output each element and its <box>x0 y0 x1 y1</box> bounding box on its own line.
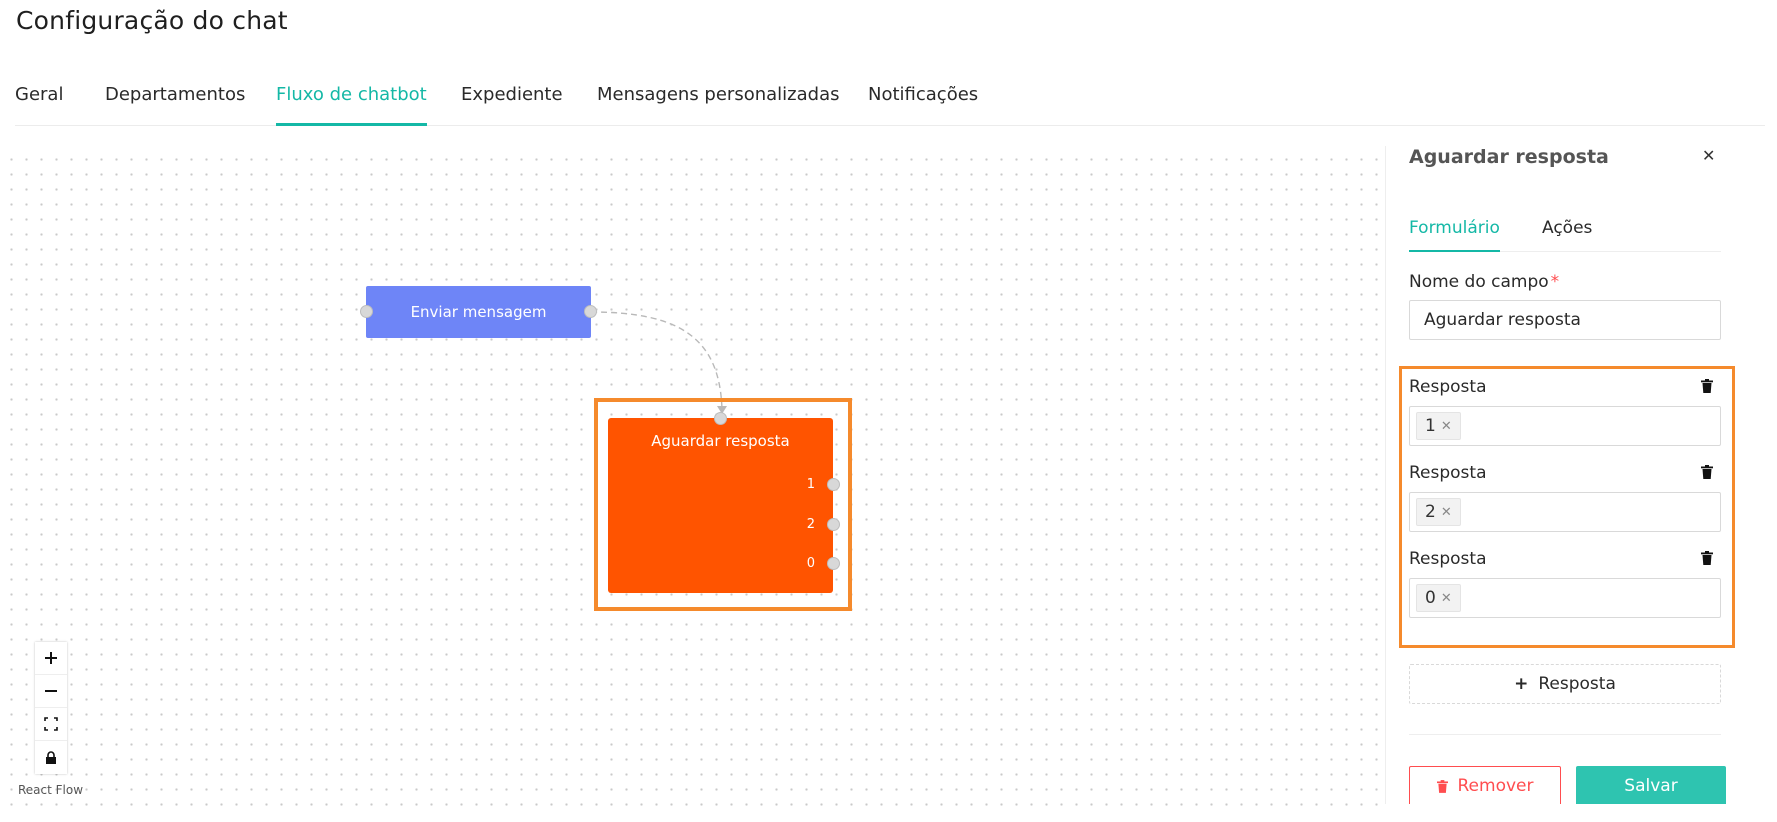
node-send-output-handle[interactable] <box>584 305 597 318</box>
panel-title: Aguardar resposta <box>1409 146 1609 168</box>
panel-divider <box>1409 734 1721 735</box>
response-tag-value: 1 <box>1425 416 1436 436</box>
response-tag-value: 0 <box>1425 588 1436 608</box>
response-label-1: Resposta <box>1409 377 1487 397</box>
add-response-button[interactable]: + Resposta <box>1409 664 1721 704</box>
required-marker: * <box>1550 272 1560 292</box>
tab-formulario[interactable]: Formulário <box>1409 218 1500 252</box>
node-wait-response[interactable]: Aguardar resposta 1 2 0 <box>608 412 840 593</box>
node-wait-input-handle[interactable] <box>714 412 727 425</box>
node-option-1: 1 <box>806 477 815 492</box>
response-label-3: Resposta <box>1409 549 1487 569</box>
tab-bar: Geral Departamentos Fluxo de chatbot Exp… <box>15 84 1765 126</box>
node-settings-panel: Aguardar resposta ✕ Formulário Ações Nom… <box>1385 146 1765 804</box>
tab-departamentos[interactable]: Departamentos <box>105 84 245 126</box>
node-option-0: 0 <box>806 556 815 571</box>
remove-tag-icon[interactable]: ✕ <box>1441 505 1452 520</box>
plus-icon: + <box>1514 674 1529 694</box>
response-tag: 1 ✕ <box>1416 412 1461 440</box>
field-name-input[interactable]: Aguardar resposta <box>1409 300 1721 340</box>
trash-icon[interactable] <box>1701 551 1713 565</box>
field-name-label-text: Nome do campo <box>1409 272 1549 292</box>
field-name-label: Nome do campo * <box>1409 272 1559 292</box>
tab-notificacoes[interactable]: Notificações <box>868 84 978 126</box>
fit-view-icon[interactable] <box>35 708 67 741</box>
tab-fluxo-de-chatbot[interactable]: Fluxo de chatbot <box>276 84 427 126</box>
node-send-message[interactable]: Enviar mensagem <box>360 286 597 338</box>
tab-expediente[interactable]: Expediente <box>461 84 563 126</box>
node-option-1-handle[interactable] <box>827 478 840 491</box>
node-option-0-handle[interactable] <box>827 557 840 570</box>
node-send-label: Enviar mensagem <box>410 303 547 321</box>
trash-icon <box>1436 779 1448 793</box>
tab-mensagens-personalizadas[interactable]: Mensagens personalizadas <box>597 84 839 126</box>
remove-tag-icon[interactable]: ✕ <box>1441 591 1452 606</box>
node-option-2: 2 <box>806 517 815 532</box>
response-label-2: Resposta <box>1409 463 1487 483</box>
trash-icon[interactable] <box>1701 379 1713 393</box>
zoom-in-icon[interactable] <box>35 642 67 675</box>
zoom-out-icon[interactable] <box>35 675 67 708</box>
tab-acoes[interactable]: Ações <box>1542 218 1592 252</box>
response-tag: 2 ✕ <box>1416 498 1461 526</box>
remove-label: Remover <box>1457 776 1534 796</box>
remove-tag-icon[interactable]: ✕ <box>1441 419 1452 434</box>
react-flow-attribution[interactable]: React Flow <box>18 783 83 797</box>
response-input-1[interactable]: 1 ✕ <box>1409 406 1721 446</box>
remove-button[interactable]: Remover <box>1409 766 1561 804</box>
response-tag-value: 2 <box>1425 502 1436 522</box>
trash-icon[interactable] <box>1701 465 1713 479</box>
tab-geral[interactable]: Geral <box>15 84 63 126</box>
panel-tabs: Formulário Ações <box>1409 218 1721 252</box>
lock-icon[interactable] <box>35 741 67 774</box>
page-title: Configuração do chat <box>16 6 288 35</box>
node-wait-label: Aguardar resposta <box>651 432 790 450</box>
node-send-input-handle[interactable] <box>360 305 373 318</box>
response-input-2[interactable]: 2 ✕ <box>1409 492 1721 532</box>
save-button[interactable]: Salvar <box>1576 766 1726 804</box>
close-icon[interactable]: ✕ <box>1702 146 1715 165</box>
response-input-3[interactable]: 0 ✕ <box>1409 578 1721 618</box>
response-tag: 0 ✕ <box>1416 584 1461 612</box>
flow-controls <box>35 642 67 774</box>
node-option-2-handle[interactable] <box>827 518 840 531</box>
add-response-label: Resposta <box>1538 674 1616 694</box>
